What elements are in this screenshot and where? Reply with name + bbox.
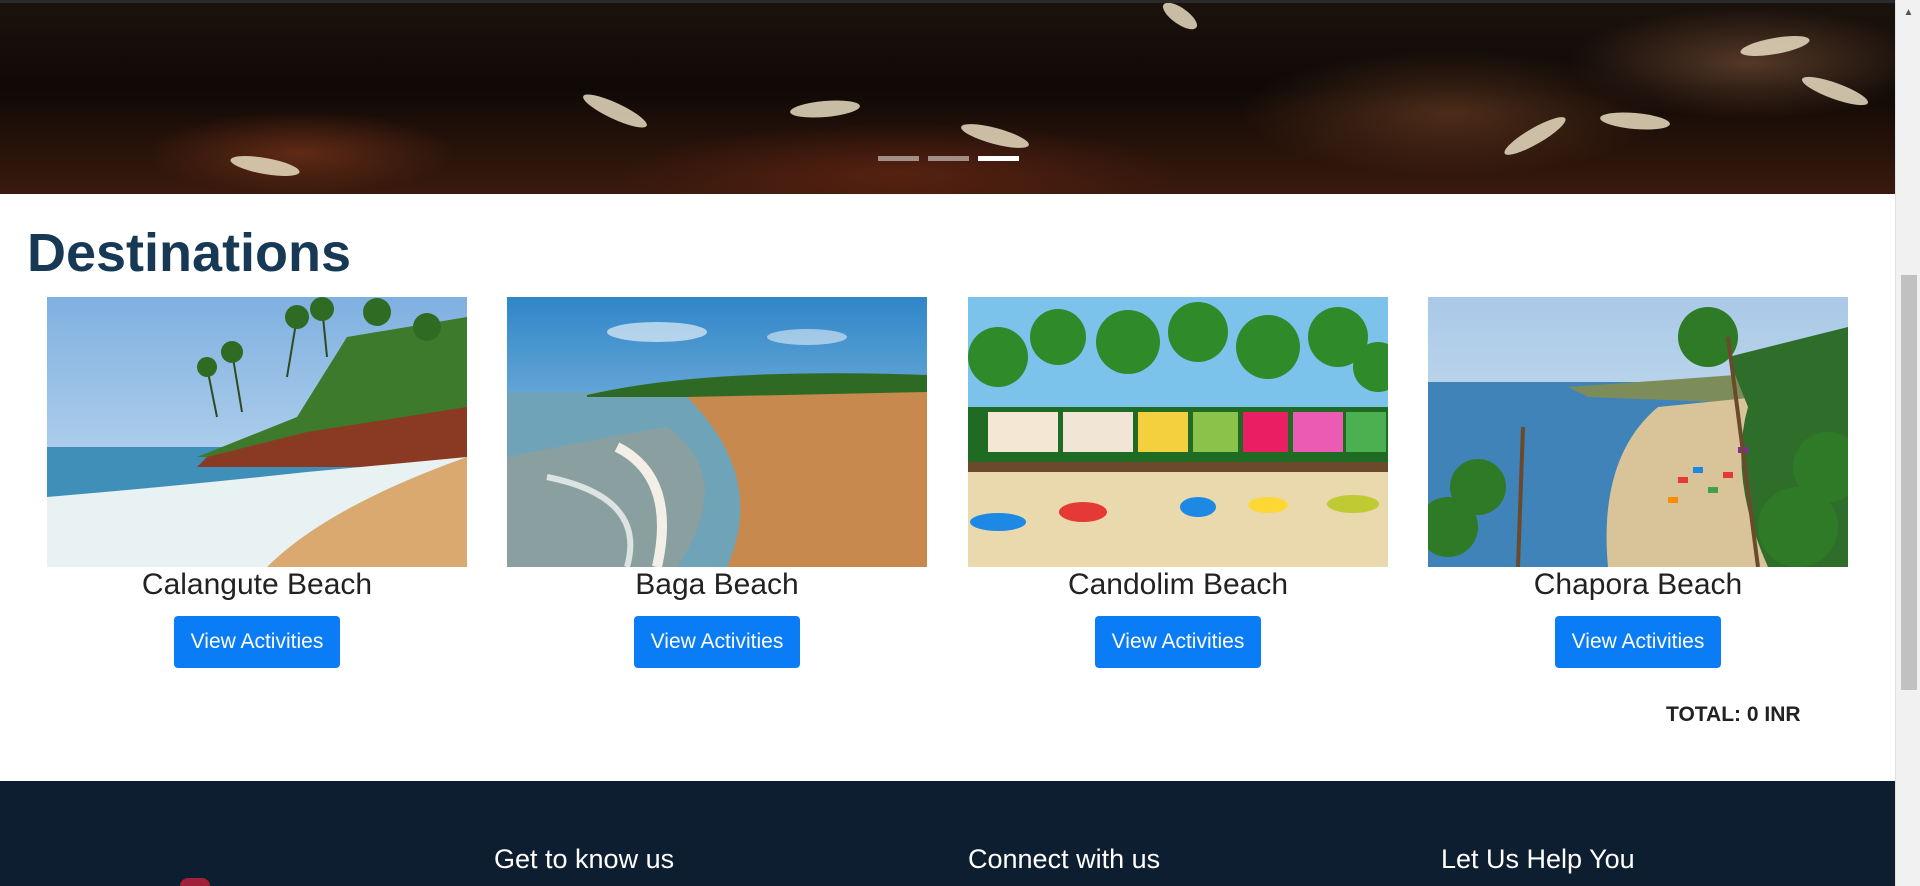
destination-cards: Calangute Beach View Activities Baga Bea… [47,297,1848,677]
hero-petal [1799,71,1871,111]
hero-petal [1599,109,1671,133]
carousel-indicator-3[interactable] [978,156,1019,161]
destination-name: Candolim Beach [1067,568,1289,601]
destination-card: Baga Beach View Activities [507,297,927,668]
destination-name: Baga Beach [635,568,799,601]
page-title: Destinations [27,223,352,283]
carousel-indicator-2[interactable] [928,156,969,161]
page-scrollbar[interactable]: ▲ [1895,0,1920,886]
destination-card: Calangute Beach View Activities [47,297,467,668]
hero-petal [1739,32,1811,60]
hero-petal [789,97,861,121]
hero-petal [579,88,651,134]
cart-total: TOTAL: 0 INR [1666,703,1801,726]
view-activities-button[interactable]: View Activities [173,616,341,668]
carousel-indicator-1[interactable] [878,156,919,161]
destination-image [1428,297,1848,567]
destination-image [507,297,927,567]
hero-petal [1500,111,1570,161]
scroll-up-arrow-icon[interactable]: ▲ [1896,4,1920,20]
destination-name: Chapora Beach [1533,568,1743,601]
view-activities-button[interactable]: View Activities [1554,616,1722,668]
footer-heading-help: Let Us Help You [1441,844,1635,874]
hero-petal [229,152,301,180]
footer-logo [180,878,210,886]
destination-image [47,297,467,567]
hero-carousel [0,0,1895,194]
view-activities-button[interactable]: View Activities [1094,616,1262,668]
scrollbar-thumb[interactable] [1901,275,1917,690]
view-activities-button[interactable]: View Activities [633,616,801,668]
hero-petal [959,119,1031,153]
carousel-indicators [878,156,1019,161]
footer-heading-about: Get to know us [494,844,675,874]
destination-card: Chapora Beach View Activities [1428,297,1848,668]
hero-petal [1159,3,1201,35]
destination-card: Candolim Beach View Activities [968,297,1388,668]
destination-name: Calangute Beach [141,568,373,601]
destination-image [968,297,1388,567]
footer-heading-connect: Connect with us [968,844,1161,874]
